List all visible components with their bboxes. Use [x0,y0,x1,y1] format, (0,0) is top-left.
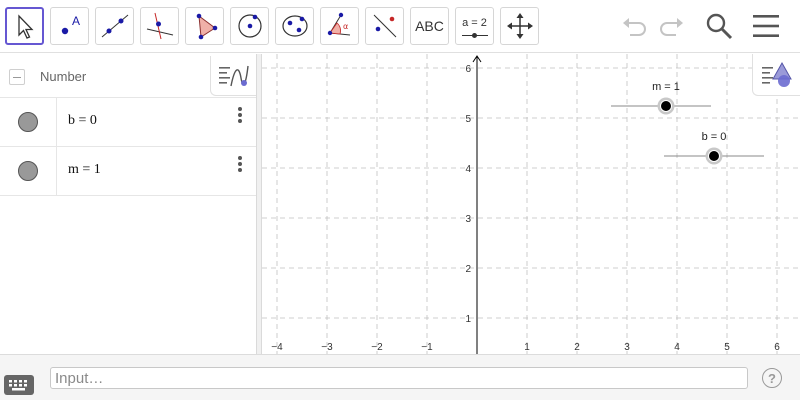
keyboard-button[interactable] [4,375,34,395]
algebra-item-text[interactable]: m = 1 [68,162,101,178]
graph-canvas[interactable]: −4 −3 −2 −1 1 2 3 4 5 6 1 2 3 4 5 6 m = 1 b = 0 [262,54,800,354]
slider-label: m = 1 [652,81,680,93]
marble-icon [18,112,38,132]
svg-text:α: α [343,22,348,31]
arrow-cursor-icon [17,14,34,39]
marble-icon [18,161,38,181]
slider-handle[interactable] [708,150,720,162]
slider-label: b = 0 [702,131,727,143]
polygon-tool-button[interactable] [185,7,224,45]
algebra-item-text[interactable]: b = 0 [68,113,97,129]
graphics-style-bar-button[interactable] [752,54,800,96]
x-tick-label: 6 [774,342,780,353]
algebra-style-bar-button[interactable] [210,56,256,96]
help-button[interactable]: ? [762,368,782,388]
point-tool-button[interactable]: A [50,7,89,45]
keyboard-icon [9,380,27,391]
y-tick-label: 6 [465,64,471,75]
minus-icon [13,76,21,78]
ellipse-icon [281,15,308,37]
undo-button[interactable] [617,8,653,44]
algebra-header: Number [0,54,256,98]
x-tick-label: −3 [321,342,333,353]
angle-tool-button[interactable]: α [320,7,359,45]
circle-tool-button[interactable] [230,7,269,45]
sort-label: Number [40,69,87,84]
line-tool-button[interactable] [95,7,134,45]
algebra-item[interactable]: m = 1 [0,147,256,196]
algebra-item[interactable]: b = 0 [0,98,256,147]
collapse-button[interactable] [9,69,25,85]
algebra-view: Number b = 0 m = 1 [0,54,256,354]
visibility-toggle[interactable] [0,147,57,195]
x-tick-label: 3 [624,342,630,353]
style-bar-shapes-icon [761,61,792,87]
graphics-view[interactable]: −4 −3 −2 −1 1 2 3 4 5 6 1 2 3 4 5 6 m = 1 b = 0 [262,54,800,354]
x-tick-label: 1 [524,342,530,353]
slider-icon: a = 2 [461,16,488,38]
text-tool-label: ABC [415,18,444,34]
redo-button[interactable] [653,8,689,44]
hamburger-menu-icon [753,15,779,37]
perpendicular-icon [146,12,173,40]
slider-tool-label: a = 2 [462,16,487,29]
move-arrows-icon [506,13,533,39]
style-bar-graph-icon [218,65,249,86]
svg-text:A: A [72,14,80,28]
line-icon [101,14,128,38]
x-tick-label: −2 [371,342,383,353]
search-button[interactable] [701,8,737,44]
x-tick-label: 2 [574,342,580,353]
x-tick-label: 5 [724,342,730,353]
y-tick-label: 4 [465,164,471,175]
perpendicular-line-tool-button[interactable] [140,7,179,45]
slider-handle[interactable] [660,100,672,112]
circle-icon [237,14,262,38]
point-icon: A [61,14,80,35]
toolbar: A α ABC a = 2 [0,0,800,53]
text-tool-button[interactable]: ABC [410,7,449,45]
y-tick-label: 3 [465,214,471,225]
angle-icon: α [327,12,350,36]
input-field[interactable] [50,367,748,389]
x-tick-label: −4 [271,342,283,353]
search-icon [706,13,733,40]
ellipse-tool-button[interactable] [275,7,314,45]
reflect-tool-button[interactable] [365,7,404,45]
more-options-button[interactable] [232,104,248,126]
visibility-toggle[interactable] [0,98,57,146]
main-menu-button[interactable] [748,8,784,44]
x-tick-label: −1 [421,342,433,353]
redo-icon [660,18,683,36]
move-graphics-view-tool-button[interactable] [500,7,539,45]
more-options-button[interactable] [232,153,248,175]
y-tick-label: 2 [465,264,471,275]
move-tool-button[interactable] [5,7,44,45]
y-tick-label: 5 [465,114,471,125]
x-tick-label: 4 [674,342,680,353]
slider-tool-button[interactable]: a = 2 [455,7,494,45]
polygon-icon [196,13,217,40]
undo-icon [623,18,646,36]
y-tick-label: 1 [465,314,471,325]
input-bar: ? [0,354,800,400]
reflect-icon [373,14,396,38]
